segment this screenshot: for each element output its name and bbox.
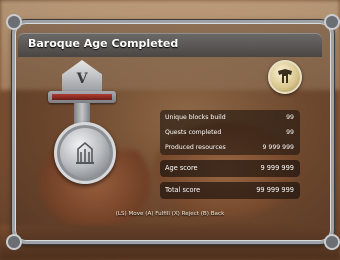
age-score-label: Age score: [165, 164, 198, 172]
medal-rank-shield: V: [62, 60, 102, 92]
medal-icon: [54, 122, 116, 184]
stat-value: 99: [286, 129, 294, 136]
age-score-value: 9 999 999: [260, 164, 294, 172]
stat-row-quests-completed: Quests completed 99: [160, 125, 300, 140]
total-score-label: Total score: [165, 186, 201, 194]
total-score-value: 99 999 999: [256, 186, 294, 194]
controller-hints: (LS) Move (A) Fulfill (X) Reject (B) Bac…: [115, 211, 225, 217]
frame-corner-ornament: [6, 234, 22, 250]
age-medal: V: [48, 60, 120, 190]
stat-row-unique-blocks: Unique blocks build 99: [160, 110, 300, 125]
stat-value: 9 999 999: [262, 144, 295, 151]
stat-label: Quests completed: [165, 129, 222, 136]
title-bar: Baroque Age Completed: [18, 33, 322, 57]
guild-emblem-icon: [268, 60, 302, 94]
total-score-row: Total score 99 999 999: [160, 182, 300, 199]
stat-row-produced-resources: Produced resources 9 999 999: [160, 140, 300, 155]
medal-ribbon: [52, 94, 112, 100]
frame-corner-ornament: [6, 14, 22, 30]
results-panel: Unique blocks build 99 Quests completed …: [160, 110, 300, 199]
dialog-title: Baroque Age Completed: [28, 37, 179, 50]
stat-label: Unique blocks build: [165, 114, 226, 121]
age-score-row: Age score 9 999 999: [160, 160, 300, 177]
medal-rank-numeral: V: [76, 71, 88, 87]
frame-corner-ornament: [324, 234, 340, 250]
stat-label: Produced resources: [165, 144, 226, 151]
stat-value: 99: [286, 114, 294, 121]
frame-corner-ornament: [324, 14, 340, 30]
